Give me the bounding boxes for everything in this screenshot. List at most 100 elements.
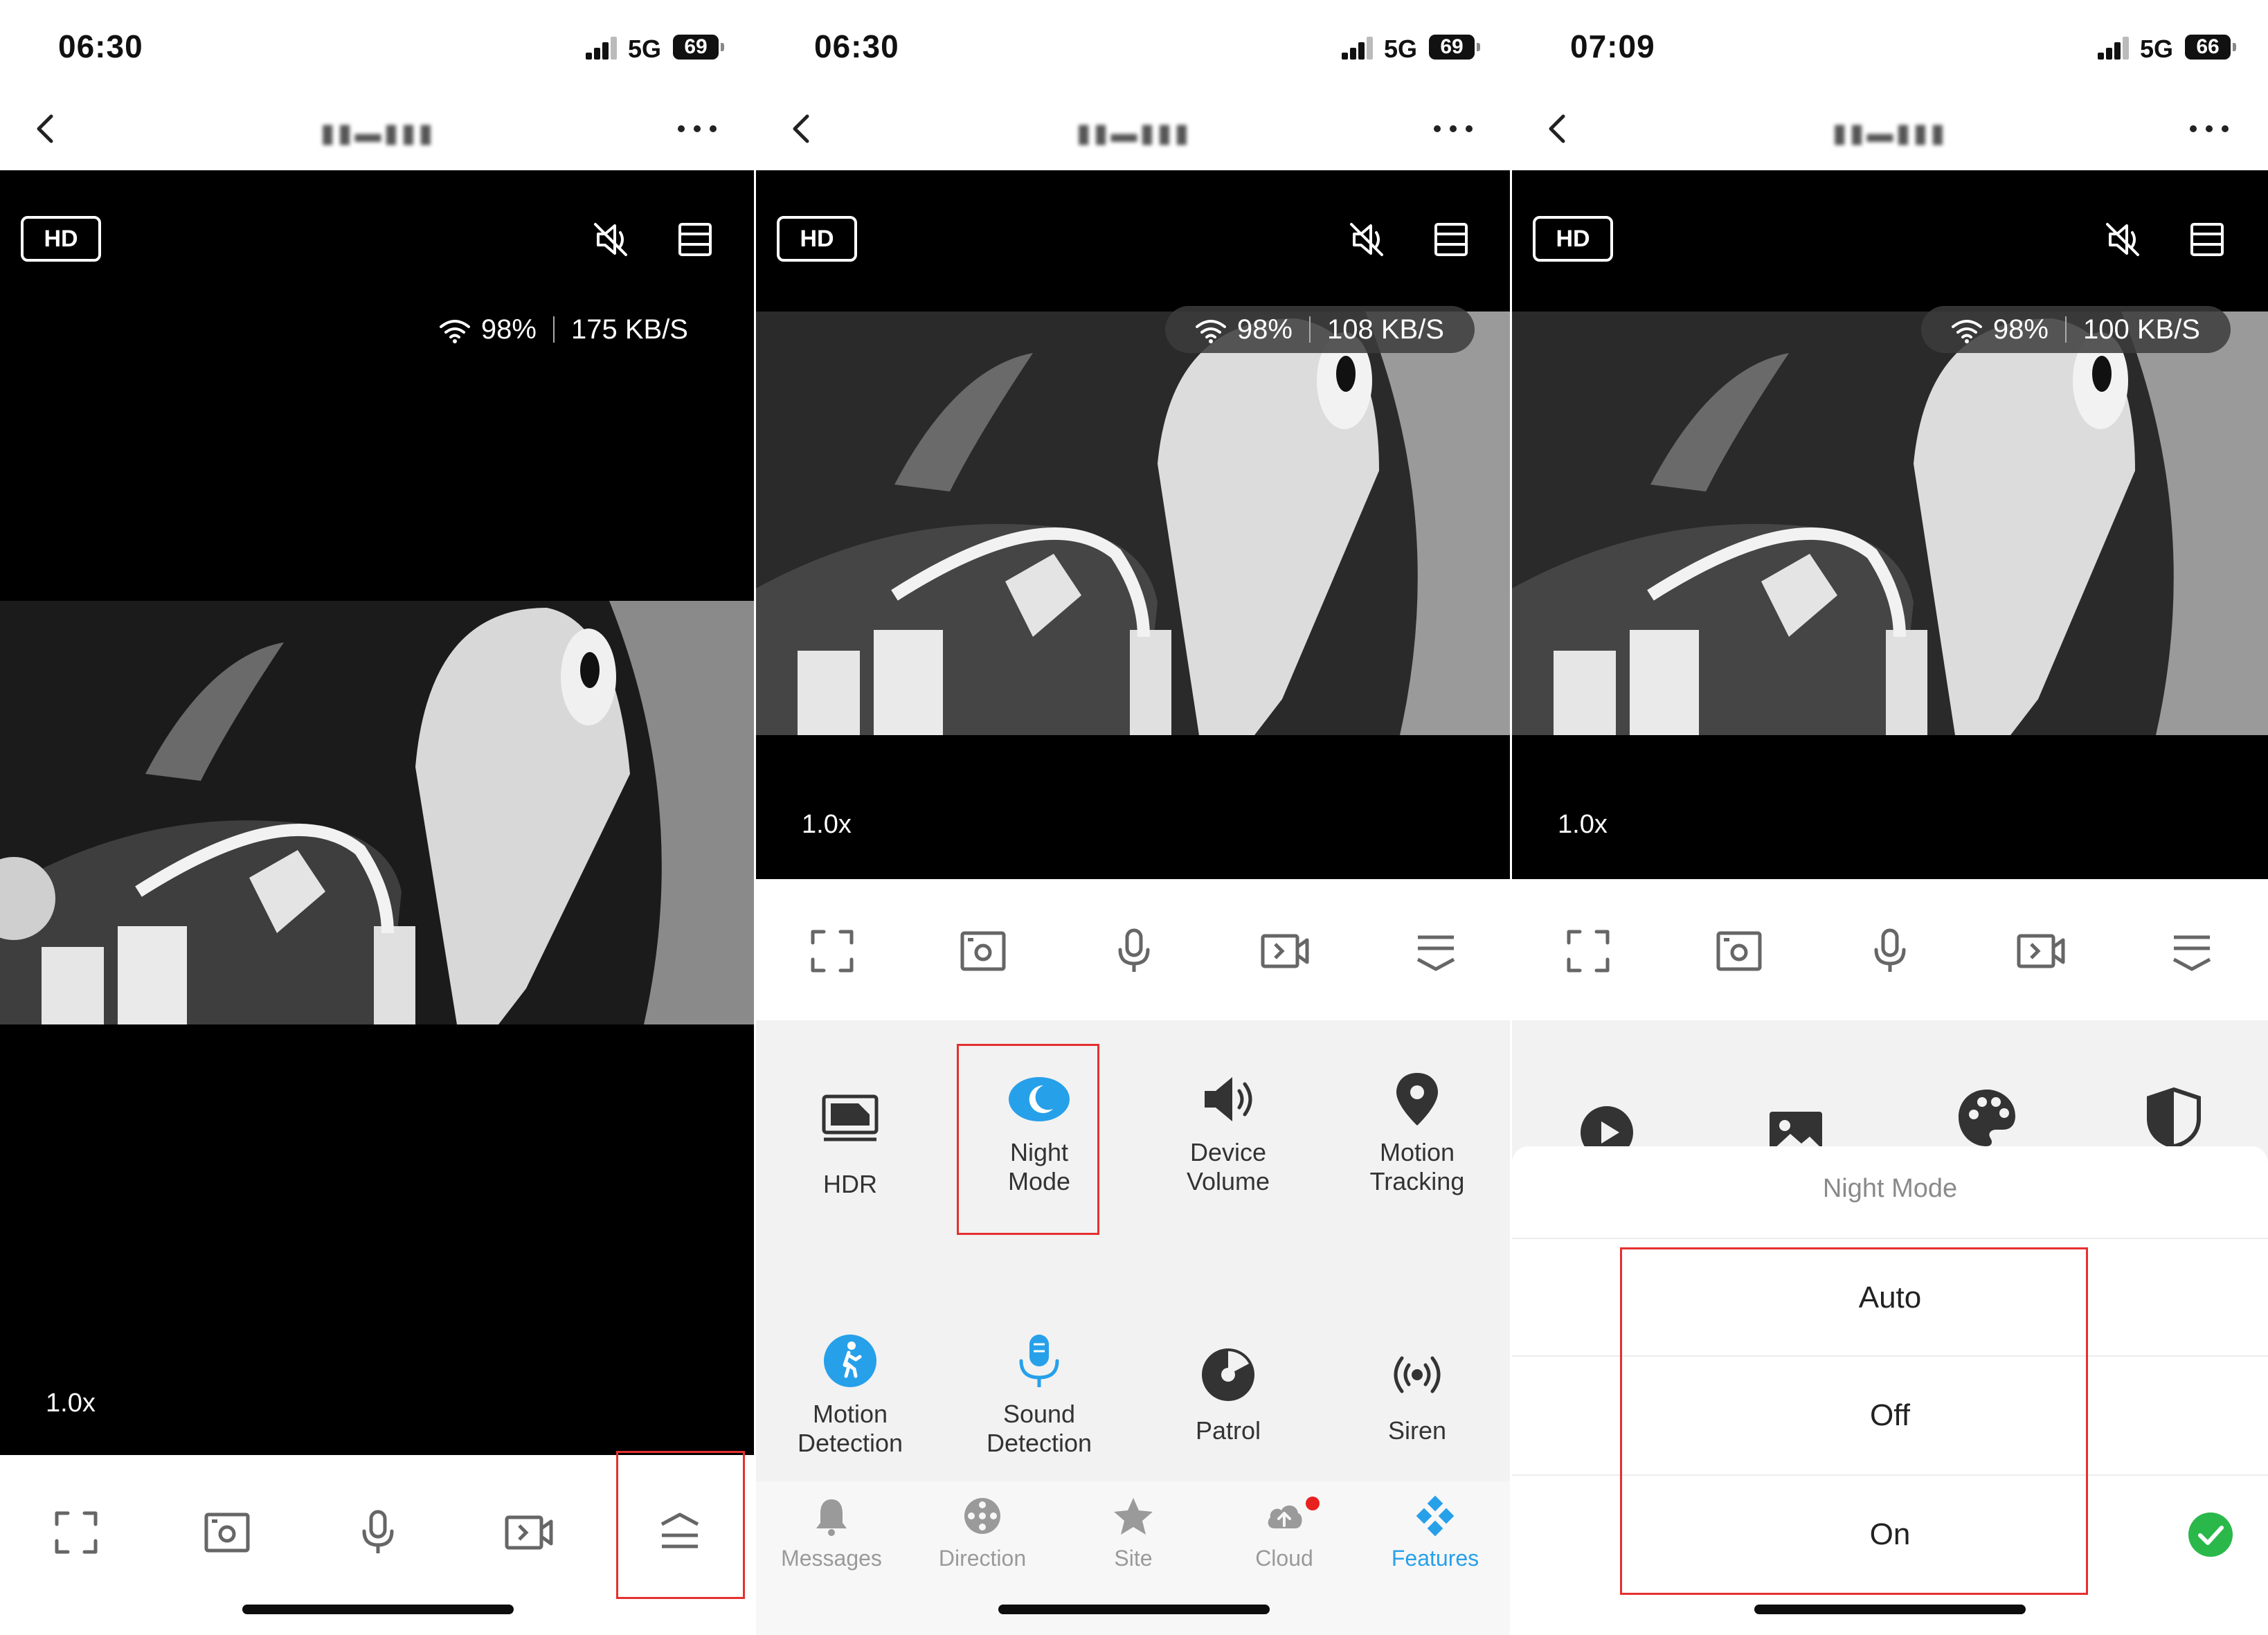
- bell-icon: [816, 1499, 847, 1536]
- tab-features[interactable]: Features: [1360, 1495, 1511, 1571]
- feature-label: HDR: [823, 1170, 877, 1198]
- zoom-level: 1.0x: [46, 1389, 96, 1418]
- hd-quality-button[interactable]: HD: [1533, 216, 1613, 262]
- record-video-icon[interactable]: [2015, 925, 2067, 977]
- star-icon: [1114, 1498, 1153, 1535]
- video-viewer[interactable]: HD 98% 175 KB/S 1.0x: [0, 170, 756, 1455]
- status-bar: 07:09 5G 66: [1512, 0, 2268, 90]
- video-viewer[interactable]: HD 98% 108 KB/S 1.0x: [756, 170, 1512, 879]
- feature-sound-detection[interactable]: Sound Detection: [945, 1332, 1133, 1458]
- feature-label: Siren: [1387, 1416, 1447, 1445]
- status-time: 07:09: [1570, 28, 1655, 64]
- tab-site[interactable]: Site: [1058, 1495, 1209, 1571]
- more-icon[interactable]: [1429, 109, 1477, 148]
- connection-stats: 98% 100 KB/S: [1920, 306, 2231, 353]
- layout-icon[interactable]: [1430, 219, 1472, 260]
- device-name-blurred: ▮▮▬▮▮▮: [320, 119, 436, 148]
- wifi-strength: 98%: [1992, 314, 2049, 345]
- back-icon[interactable]: [1538, 109, 1577, 148]
- tab-cloud[interactable]: Cloud: [1209, 1495, 1360, 1571]
- screen-live-view: 06:30 5G 69 ▮▮▬▮▮▮ HD 98% 175 KB/S 1.0x: [0, 0, 756, 1635]
- tab-label: Messages: [781, 1546, 882, 1571]
- palette-icon[interactable]: [1956, 1087, 2018, 1149]
- screen-features: 06:30 5G 69 ▮▮▬▮▮▮ HD 98% 108 KB/S 1.0x …: [756, 0, 1512, 1635]
- video-viewer[interactable]: HD 98% 100 KB/S 1.0x: [1512, 170, 2268, 879]
- control-bar: [1512, 879, 2268, 1018]
- feature-siren[interactable]: Siren: [1323, 1346, 1511, 1445]
- record-video-icon[interactable]: [503, 1506, 555, 1559]
- mute-icon[interactable]: [588, 217, 633, 262]
- signal-icon: [2098, 36, 2130, 60]
- wifi-icon: [439, 320, 470, 343]
- tab-label: Direction: [938, 1546, 1027, 1571]
- hd-quality-button[interactable]: HD: [777, 216, 857, 262]
- collapse-features-icon[interactable]: [1410, 925, 1462, 977]
- more-icon[interactable]: [673, 109, 721, 148]
- snapshot-icon[interactable]: [957, 925, 1009, 977]
- layout-icon[interactable]: [674, 219, 716, 260]
- feature-device-volume[interactable]: Device Volume: [1134, 1070, 1322, 1196]
- features-icon: [1416, 1495, 1455, 1537]
- feature-hdr[interactable]: HDR: [756, 1087, 944, 1199]
- battery-icon: 66: [2185, 35, 2236, 60]
- record-video-icon[interactable]: [1259, 925, 1311, 977]
- fullscreen-icon[interactable]: [1562, 925, 1614, 977]
- network-type: 5G: [627, 35, 661, 63]
- tab-direction[interactable]: Direction: [907, 1495, 1058, 1571]
- patrol-icon: [1202, 1348, 1254, 1401]
- battery-icon: 69: [1429, 35, 1480, 60]
- hdr-icon: [822, 1094, 879, 1141]
- walking-person-icon: [824, 1335, 876, 1387]
- tab-messages[interactable]: Messages: [756, 1495, 907, 1571]
- mute-icon[interactable]: [1344, 217, 1389, 262]
- status-bar: 06:30 5G 69: [0, 0, 756, 90]
- feature-label: Patrol: [1195, 1416, 1261, 1445]
- fullscreen-icon[interactable]: [806, 925, 858, 977]
- camera-feed-image: [756, 311, 1512, 735]
- microphone-icon[interactable]: [1864, 925, 1916, 977]
- cloud-upload-icon: [1268, 1505, 1302, 1528]
- feature-label: Motion Detection: [797, 1400, 903, 1457]
- snapshot-icon[interactable]: [1713, 925, 1765, 977]
- home-indicator[interactable]: [998, 1605, 1270, 1614]
- camera-feed-image: [1512, 311, 2268, 735]
- mute-icon[interactable]: [2100, 217, 2145, 262]
- home-indicator[interactable]: [242, 1605, 514, 1614]
- feature-motion-detection[interactable]: Motion Detection: [756, 1332, 944, 1458]
- highlight-box: [957, 1044, 1099, 1235]
- camera-feed-image: [0, 601, 756, 1024]
- feature-label: Sound Detection: [986, 1400, 1092, 1457]
- zoom-level: 1.0x: [1558, 810, 1608, 839]
- network-type: 5G: [2139, 35, 2173, 63]
- direction-pad-icon: [964, 1498, 1000, 1534]
- feature-patrol[interactable]: Patrol: [1134, 1346, 1322, 1445]
- status-time: 06:30: [58, 28, 143, 64]
- check-icon: [2188, 1512, 2233, 1557]
- feature-label: Motion Tracking: [1369, 1138, 1465, 1195]
- connection-stats: 98% 108 KB/S: [1164, 306, 1475, 353]
- status-time: 06:30: [814, 28, 899, 64]
- collapse-features-icon[interactable]: [2166, 925, 2218, 977]
- control-bar: [756, 879, 1512, 1018]
- notification-dot: [1306, 1497, 1320, 1510]
- microphone-icon: [1019, 1335, 1059, 1387]
- nav-bar: ▮▮▬▮▮▮: [1512, 90, 2268, 170]
- siren-icon: [1394, 1356, 1441, 1393]
- highlight-box: [1620, 1247, 2088, 1595]
- microphone-icon[interactable]: [352, 1506, 404, 1559]
- wifi-strength: 98%: [1236, 314, 1293, 345]
- fullscreen-icon[interactable]: [50, 1506, 102, 1559]
- feature-motion-tracking[interactable]: Motion Tracking: [1323, 1070, 1511, 1196]
- contrast-shield-icon[interactable]: [2145, 1087, 2203, 1149]
- location-pin-icon: [1396, 1073, 1438, 1126]
- back-icon[interactable]: [782, 109, 821, 148]
- hd-quality-button[interactable]: HD: [21, 216, 101, 262]
- layout-icon[interactable]: [2186, 219, 2228, 260]
- back-icon[interactable]: [26, 109, 65, 148]
- tab-label: Site: [1114, 1546, 1153, 1571]
- home-indicator[interactable]: [1754, 1605, 2026, 1614]
- features-grid: HDR Night Mode Device Volume Motion Trac…: [756, 1020, 1512, 1483]
- snapshot-icon[interactable]: [201, 1506, 253, 1559]
- more-icon[interactable]: [2185, 109, 2233, 148]
- microphone-icon[interactable]: [1108, 925, 1160, 977]
